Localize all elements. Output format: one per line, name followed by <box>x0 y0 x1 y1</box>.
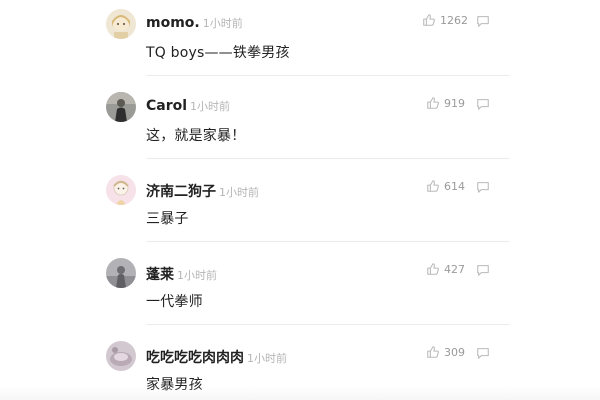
like-button[interactable]: 427 <box>426 262 465 276</box>
food-photo-avatar <box>106 341 136 371</box>
comment-bubble-icon <box>477 16 489 27</box>
comment-text: 这，就是家暴！ <box>146 128 246 144</box>
comment-bubble-icon <box>477 348 489 359</box>
comment-list: momo. 1小时前 TQ boys——铁拳男孩 1262 Carol 1小时前… <box>0 0 600 400</box>
reply-button[interactable] <box>476 263 490 277</box>
comment-author[interactable]: 济南二狗子 1小时前 <box>146 181 259 201</box>
like-button[interactable]: 1262 <box>422 13 468 27</box>
comment-text: TQ boys——铁拳男孩 <box>146 45 290 61</box>
thumbs-up-icon <box>427 97 439 109</box>
avatar[interactable] <box>106 92 136 122</box>
comment-time: 1小时前 <box>177 269 217 282</box>
comment-bubble-icon <box>477 265 489 276</box>
comment-text: 三暴子 <box>146 211 189 227</box>
cartoon-figure-avatar <box>106 175 136 205</box>
thumbs-up-icon <box>427 180 439 192</box>
comment-bubble-icon <box>477 182 489 193</box>
divider <box>146 158 510 159</box>
comment-item: 蓬莱 1小时前 一代拳师 427 <box>0 249 600 332</box>
comment-time: 1小时前 <box>219 186 259 199</box>
like-count: 919 <box>444 96 465 110</box>
reply-button[interactable] <box>476 346 490 360</box>
thumbs-up-icon <box>427 263 439 275</box>
comment-time: 1小时前 <box>202 17 243 30</box>
cartoon-girl-avatar <box>106 9 136 39</box>
like-count: 309 <box>444 345 465 359</box>
thumbs-up-icon <box>427 346 439 358</box>
comment-author[interactable]: 吃吃吃吃肉肉肉 1小时前 <box>146 347 287 367</box>
like-count: 614 <box>444 179 465 193</box>
comment-item: 济南二狗子 1小时前 三暴子 614 <box>0 166 600 249</box>
comment-time: 1小时前 <box>190 100 231 113</box>
bottom-fade <box>0 386 600 400</box>
comment-author[interactable]: Carol 1小时前 <box>146 98 230 114</box>
avatar[interactable] <box>106 9 136 39</box>
avatar[interactable] <box>106 175 136 205</box>
silhouette-photo-avatar <box>106 258 136 288</box>
comment-time: 1小时前 <box>247 352 287 365</box>
like-button[interactable]: 614 <box>426 179 465 193</box>
like-count: 427 <box>444 262 465 276</box>
comment-text: 一代拳师 <box>146 294 203 310</box>
reply-button[interactable] <box>476 14 490 28</box>
author-name[interactable]: Carol <box>146 98 187 114</box>
like-button[interactable]: 919 <box>426 96 465 110</box>
author-name[interactable]: momo. <box>146 15 200 31</box>
avatar[interactable] <box>106 341 136 371</box>
reply-button[interactable] <box>476 180 490 194</box>
comment-item: Carol 1小时前 这，就是家暴！ 919 <box>0 83 600 166</box>
divider <box>146 241 510 242</box>
divider <box>146 75 510 76</box>
avatar[interactable] <box>106 258 136 288</box>
thumbs-up-icon <box>423 14 435 26</box>
comment-author[interactable]: momo. 1小时前 <box>146 15 243 31</box>
like-button[interactable]: 309 <box>426 345 465 359</box>
comment-author[interactable]: 蓬莱 1小时前 <box>146 264 217 284</box>
comment-bubble-icon <box>477 99 489 110</box>
reply-button[interactable] <box>476 97 490 111</box>
author-name[interactable]: 蓬莱 <box>146 267 174 283</box>
author-name[interactable]: 济南二狗子 <box>146 184 216 200</box>
author-name[interactable]: 吃吃吃吃肉肉肉 <box>146 350 244 366</box>
like-count: 1262 <box>440 13 468 27</box>
person-photo-avatar <box>106 92 136 122</box>
comment-item: momo. 1小时前 TQ boys——铁拳男孩 1262 <box>0 0 600 83</box>
divider <box>146 324 510 325</box>
